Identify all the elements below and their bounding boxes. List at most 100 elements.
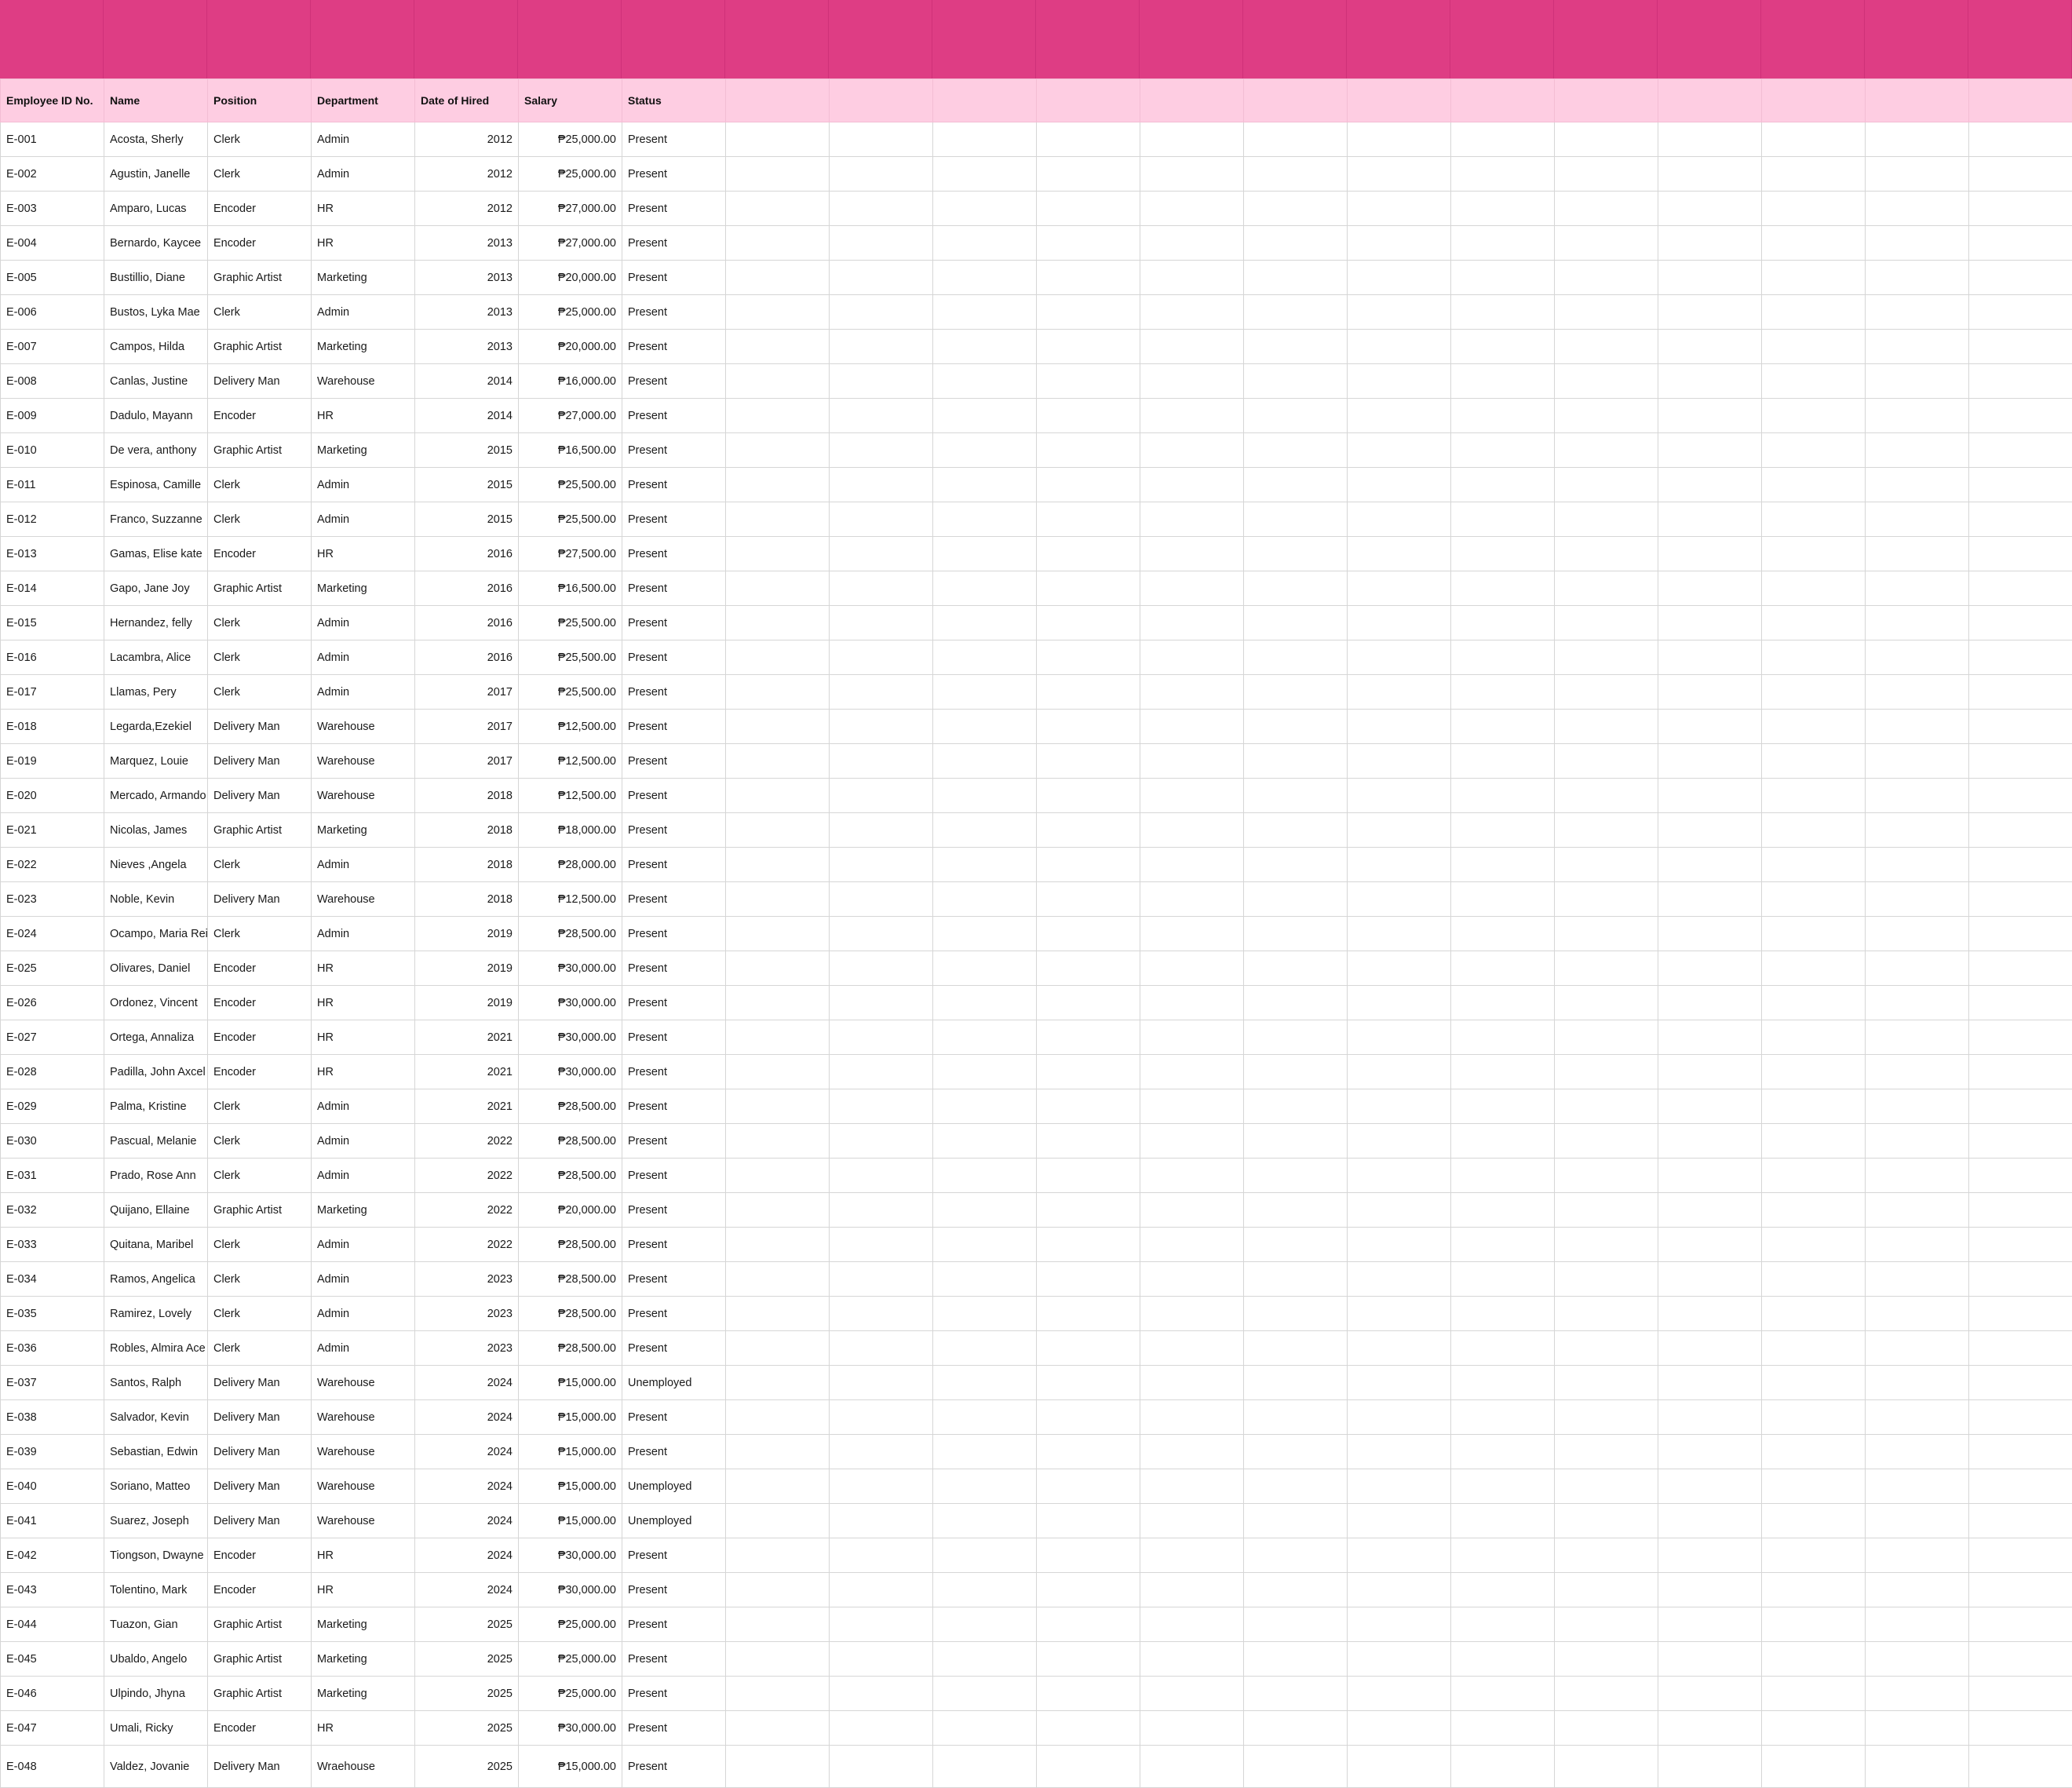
empty-cell[interactable] xyxy=(1037,917,1140,951)
position-cell[interactable]: Graphic Artist xyxy=(208,813,312,848)
salary-cell[interactable]: ₱15,000.00 xyxy=(519,1435,622,1469)
empty-cell[interactable] xyxy=(1658,433,1762,468)
empty-cell[interactable] xyxy=(1244,502,1348,537)
empty-cell[interactable] xyxy=(1762,744,1866,779)
empty-cell[interactable] xyxy=(726,640,830,675)
empty-cell[interactable] xyxy=(1762,882,1866,917)
status-cell[interactable]: Present xyxy=(622,1159,726,1193)
empty-cell[interactable] xyxy=(1658,951,1762,986)
position-cell[interactable]: Clerk xyxy=(208,1262,312,1297)
empty-cell[interactable] xyxy=(1555,433,1658,468)
empty-cell[interactable] xyxy=(1451,1469,1555,1504)
empty-cell[interactable] xyxy=(1140,1020,1244,1055)
empty-cell[interactable] xyxy=(830,606,933,640)
empty-cell[interactable] xyxy=(830,1262,933,1297)
empty-cell[interactable] xyxy=(726,1607,830,1642)
column-header[interactable]: Position xyxy=(208,79,312,122)
position-cell[interactable]: Encoder xyxy=(208,226,312,261)
empty-cell[interactable] xyxy=(1140,261,1244,295)
department-cell[interactable]: Marketing xyxy=(312,1642,415,1677)
empty-cell[interactable] xyxy=(1969,1020,2072,1055)
department-cell[interactable]: Warehouse xyxy=(312,779,415,813)
salary-cell[interactable]: ₱28,500.00 xyxy=(519,1297,622,1331)
empty-cell[interactable] xyxy=(1451,1504,1555,1538)
name-cell[interactable]: Campos, Hilda xyxy=(104,330,208,364)
empty-cell[interactable] xyxy=(1037,1642,1140,1677)
empty-cell[interactable] xyxy=(1969,1607,2072,1642)
empty-cell[interactable] xyxy=(830,1089,933,1124)
status-cell[interactable]: Unemployed xyxy=(622,1469,726,1504)
empty-cell[interactable] xyxy=(726,951,830,986)
empty-header-cell[interactable] xyxy=(1866,79,1969,122)
empty-cell[interactable] xyxy=(830,1607,933,1642)
empty-cell[interactable] xyxy=(1037,157,1140,192)
employee-id-cell[interactable]: E-040 xyxy=(1,1469,104,1504)
employee-id-cell[interactable]: E-043 xyxy=(1,1573,104,1607)
empty-cell[interactable] xyxy=(1037,848,1140,882)
name-cell[interactable]: Ordonez, Vincent xyxy=(104,986,208,1020)
empty-cell[interactable] xyxy=(1244,606,1348,640)
empty-cell[interactable] xyxy=(1037,1607,1140,1642)
empty-cell[interactable] xyxy=(1451,1262,1555,1297)
empty-cell[interactable] xyxy=(726,1711,830,1746)
banner-cell[interactable] xyxy=(104,0,207,78)
department-cell[interactable]: Warehouse xyxy=(312,1504,415,1538)
empty-cell[interactable] xyxy=(1451,364,1555,399)
empty-cell[interactable] xyxy=(1658,192,1762,226)
name-cell[interactable]: Ocampo, Maria Rei xyxy=(104,917,208,951)
empty-cell[interactable] xyxy=(1140,1297,1244,1331)
empty-cell[interactable] xyxy=(1866,1055,1969,1089)
position-cell[interactable]: Delivery Man xyxy=(208,364,312,399)
banner-cell[interactable] xyxy=(311,0,414,78)
empty-cell[interactable] xyxy=(1866,399,1969,433)
empty-cell[interactable] xyxy=(1348,640,1451,675)
empty-header-cell[interactable] xyxy=(1969,79,2072,122)
date-hired-cell[interactable]: 2025 xyxy=(415,1607,519,1642)
position-cell[interactable]: Delivery Man xyxy=(208,710,312,744)
date-hired-cell[interactable]: 2012 xyxy=(415,192,519,226)
empty-cell[interactable] xyxy=(726,295,830,330)
empty-cell[interactable] xyxy=(1555,710,1658,744)
salary-cell[interactable]: ₱15,000.00 xyxy=(519,1469,622,1504)
empty-cell[interactable] xyxy=(933,1262,1037,1297)
empty-cell[interactable] xyxy=(1451,571,1555,606)
empty-cell[interactable] xyxy=(726,1400,830,1435)
empty-cell[interactable] xyxy=(1348,1193,1451,1228)
empty-cell[interactable] xyxy=(1140,813,1244,848)
salary-cell[interactable]: ₱16,500.00 xyxy=(519,571,622,606)
empty-cell[interactable] xyxy=(726,1089,830,1124)
empty-cell[interactable] xyxy=(1244,261,1348,295)
empty-cell[interactable] xyxy=(1451,1400,1555,1435)
empty-cell[interactable] xyxy=(1866,606,1969,640)
position-cell[interactable]: Encoder xyxy=(208,399,312,433)
status-cell[interactable]: Present xyxy=(622,1746,726,1788)
name-cell[interactable]: Ortega, Annaliza xyxy=(104,1020,208,1055)
empty-cell[interactable] xyxy=(1555,813,1658,848)
status-cell[interactable]: Present xyxy=(622,1262,726,1297)
empty-cell[interactable] xyxy=(1555,1193,1658,1228)
empty-cell[interactable] xyxy=(1866,848,1969,882)
empty-cell[interactable] xyxy=(1969,1469,2072,1504)
employee-id-cell[interactable]: E-044 xyxy=(1,1607,104,1642)
date-hired-cell[interactable]: 2012 xyxy=(415,157,519,192)
empty-cell[interactable] xyxy=(1348,848,1451,882)
empty-cell[interactable] xyxy=(1555,1677,1658,1711)
employee-id-cell[interactable]: E-002 xyxy=(1,157,104,192)
empty-cell[interactable] xyxy=(1451,917,1555,951)
empty-cell[interactable] xyxy=(1244,710,1348,744)
empty-cell[interactable] xyxy=(1555,951,1658,986)
date-hired-cell[interactable]: 2025 xyxy=(415,1711,519,1746)
empty-cell[interactable] xyxy=(1037,779,1140,813)
position-cell[interactable]: Clerk xyxy=(208,640,312,675)
department-cell[interactable]: Admin xyxy=(312,1159,415,1193)
position-cell[interactable]: Graphic Artist xyxy=(208,433,312,468)
empty-cell[interactable] xyxy=(1140,1159,1244,1193)
empty-cell[interactable] xyxy=(1658,295,1762,330)
banner-cell[interactable] xyxy=(0,0,104,78)
empty-header-cell[interactable] xyxy=(830,79,933,122)
empty-cell[interactable] xyxy=(1762,1400,1866,1435)
empty-cell[interactable] xyxy=(830,295,933,330)
date-hired-cell[interactable]: 2023 xyxy=(415,1331,519,1366)
employee-id-cell[interactable]: E-032 xyxy=(1,1193,104,1228)
banner-cell[interactable] xyxy=(207,0,311,78)
